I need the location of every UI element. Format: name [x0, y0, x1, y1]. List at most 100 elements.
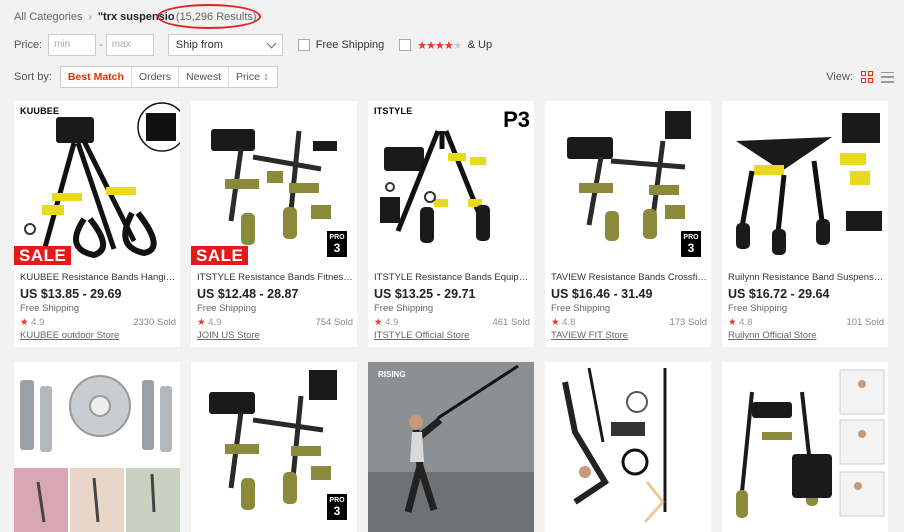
sort-price[interactable]: Price ⇕	[228, 67, 277, 87]
product-card-image[interactable]: RISING	[368, 362, 534, 532]
brand-logo: ITSTYLE	[374, 106, 413, 116]
product-price: US $12.48 - 28.87	[197, 287, 299, 301]
pro3-badge: PRO 3	[327, 494, 347, 520]
product-card-image[interactable]	[545, 362, 711, 532]
sold-count: 2330 Sold	[133, 317, 176, 328]
product-card[interactable]: PRO 3 SALE ITSTYLE Resistance Bands Fitne…	[191, 101, 357, 347]
sort-best-match[interactable]: Best Match	[61, 67, 131, 87]
sort-orders[interactable]: Orders	[130, 67, 178, 87]
product-photo	[736, 113, 882, 255]
product-photo	[14, 362, 180, 532]
store-link[interactable]: KUUBEE outdoor Store	[20, 329, 176, 342]
star-icon: ★	[374, 317, 383, 328]
ship-from-select[interactable]: Ship from	[167, 34, 283, 56]
pro-text: PRO	[329, 497, 345, 504]
product-title[interactable]: Ruilynn Resistance Band Suspension Train…	[728, 271, 884, 284]
product-info: Ruilynn Resistance Band Suspension Train…	[728, 271, 884, 342]
pro-text: PRO	[329, 234, 345, 241]
free-shipping-label: Free Shipping	[315, 39, 385, 51]
free-shipping-checkbox[interactable]	[297, 39, 310, 51]
ship-from-label: Ship from	[175, 39, 223, 51]
product-title[interactable]: ITSTYLE Resistance Bands Equipment	[374, 271, 530, 284]
dash: -	[99, 39, 103, 51]
store-link[interactable]: Ruilynn Official Store	[728, 329, 884, 342]
product-image[interactable]: KUUBEE SALE	[14, 101, 180, 265]
product-rating: ★ 4.8	[551, 316, 575, 329]
product-card[interactable]: PRO3 TAVIEW Resistance Bands Crossfit Tr…	[545, 101, 711, 347]
free-shipping-filter[interactable]: Free Shipping	[297, 39, 385, 51]
product-price: US $13.25 - 29.71	[374, 287, 476, 301]
product-card[interactable]: KUUBEE SALE KUUBEE Resistance Bands Hang…	[14, 101, 180, 347]
chevron-down-icon	[266, 38, 277, 48]
product-rating: ★ 4.9	[374, 316, 398, 329]
product-card[interactable]: Ruilynn Resistance Band Suspension Train…	[722, 101, 888, 347]
pro3-badge: PRO 3	[327, 231, 347, 257]
star-icon: ★	[728, 317, 737, 328]
product-photo	[545, 362, 711, 532]
rating-filter[interactable]: ★★★★★ & Up	[399, 39, 492, 52]
highlight-oval	[157, 4, 261, 29]
sort-arrows-icon: ⇕	[262, 72, 270, 82]
sort-label: Sort by:	[14, 71, 52, 83]
product-image[interactable]: PRO 3 SALE	[191, 101, 357, 265]
pro-num: 3	[687, 241, 695, 255]
sort-newest[interactable]: Newest	[178, 67, 228, 87]
product-info: ITSTYLE Resistance Bands Equipment US $1…	[374, 271, 530, 342]
product-photo	[24, 102, 180, 259]
product-card-image[interactable]	[14, 362, 180, 532]
rating-checkbox[interactable]	[399, 39, 412, 51]
and-up-label: & Up	[467, 39, 493, 51]
price-max-input[interactable]: max	[105, 34, 154, 56]
product-meta: ★ 4.9 2330 Sold	[20, 316, 176, 329]
grid-view-icon[interactable]	[861, 71, 873, 83]
rising-logo: RISING	[378, 370, 406, 379]
pro-text: PRO	[683, 234, 699, 241]
product-price: US $16.72 - 29.64	[728, 287, 830, 301]
sold-count: 754 Sold	[315, 317, 353, 328]
product-rating: ★ 4.9	[20, 316, 44, 329]
filter-bar: Price: min - max Ship from Free Shipping…	[14, 34, 894, 56]
store-link[interactable]: JOIN US Store	[197, 329, 353, 342]
list-view-icon[interactable]	[881, 71, 894, 83]
rating-value: 4.8	[562, 317, 576, 328]
rating-value: 4.9	[208, 317, 222, 328]
product-meta: ★ 4.8 173 Sold	[551, 316, 707, 329]
product-price: US $16.46 - 31.49	[551, 287, 653, 301]
sort-options: Best Match Orders Newest Price ⇕	[59, 66, 278, 88]
product-shipping: Free Shipping	[374, 303, 434, 314]
pro3-badge: PRO 3	[681, 231, 701, 257]
view-switch: View:	[826, 71, 894, 83]
pro-num: 3	[333, 241, 341, 255]
product-shipping: Free Shipping	[20, 303, 80, 314]
product-photo	[368, 362, 534, 532]
brand-logo: KUUBEE	[20, 106, 60, 116]
sort-price-label: Price	[236, 71, 260, 83]
product-info: TAVIEW Resistance Bands Crossfit Trainin…	[551, 271, 707, 342]
sold-count: 101 Sold	[846, 317, 884, 328]
product-card[interactable]: ITSTYLE P3 ITSTYLE Resistance Bands Equi…	[368, 101, 534, 347]
product-shipping: Free Shipping	[728, 303, 788, 314]
sort-bar: Sort by: Best Match Orders Newest Price …	[14, 66, 894, 88]
star-icon: ★	[20, 317, 29, 328]
p3-label: P3	[503, 107, 530, 132]
price-min-input[interactable]: min	[48, 34, 97, 56]
product-title[interactable]: ITSTYLE Resistance Bands Fitness Exercis…	[197, 271, 353, 284]
product-title[interactable]: TAVIEW Resistance Bands Crossfit Trainin…	[551, 271, 707, 284]
product-shipping: Free Shipping	[197, 303, 257, 314]
product-title[interactable]: KUUBEE Resistance Bands Hanging Belt	[20, 271, 176, 284]
product-shipping: Free Shipping	[551, 303, 611, 314]
product-image[interactable]: PRO 3	[545, 101, 711, 265]
breadcrumb-all-categories[interactable]: All Categories	[14, 11, 82, 23]
product-rating: ★ 4.9	[197, 316, 221, 329]
rating-value: 4.9	[385, 317, 399, 328]
product-card-image[interactable]	[722, 362, 888, 532]
chevron-right-icon: ›	[88, 11, 92, 23]
pro-num: 3	[333, 504, 341, 518]
product-image[interactable]: ITSTYLE P3	[368, 101, 534, 265]
product-info: KUUBEE Resistance Bands Hanging Belt US …	[20, 271, 176, 342]
product-meta: ★ 4.9 754 Sold	[197, 316, 353, 329]
product-image[interactable]	[722, 101, 888, 265]
store-link[interactable]: ITSTYLE Official Store	[374, 329, 530, 342]
store-link[interactable]: TAVIEW FIT Store	[551, 329, 707, 342]
product-card-image[interactable]: PRO 3	[191, 362, 357, 532]
